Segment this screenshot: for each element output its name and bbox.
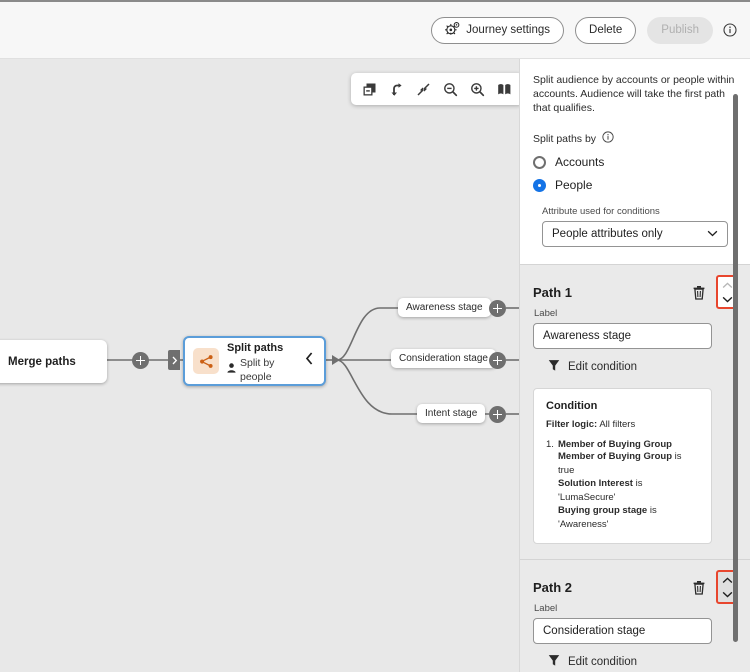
share-split-icon [193, 348, 219, 374]
split-paths-title: Split paths [227, 342, 284, 354]
reroute-arrow-icon[interactable] [384, 76, 409, 102]
filter-icon [548, 359, 560, 375]
path-title-2: Path 2 [533, 579, 573, 595]
canvas-toolbar [351, 73, 519, 105]
radio-option-accounts[interactable]: Accounts [533, 155, 750, 169]
edit-condition-label-2: Edit condition [568, 656, 638, 668]
rule-value-1-2: 'LumaSecure' [558, 491, 616, 503]
path-label-value-2: Consideration stage [543, 625, 646, 637]
rule-op-1-3: is [649, 505, 657, 516]
attribute-field: Attribute used for conditions People att… [542, 206, 728, 247]
zoom-out-icon[interactable] [438, 76, 463, 102]
gear-icon [445, 21, 460, 39]
path-card-2: Path 2 Label Consideration stage Edit co… [520, 559, 750, 672]
delete-path-button-2[interactable] [688, 576, 710, 598]
publish-button[interactable]: Publish [647, 16, 713, 44]
add-step-button-consideration[interactable] [489, 352, 506, 369]
path-label-field-label-1: Label [534, 308, 558, 319]
add-step-button-intent[interactable] [489, 406, 506, 423]
journey-settings-label: Journey settings [466, 24, 551, 36]
split-paths-subtitle: Split by people [240, 357, 275, 383]
edit-condition-button-1[interactable]: Edit condition [548, 359, 637, 375]
branch-pill-consideration[interactable]: Consideration stage [391, 349, 496, 368]
attribute-select[interactable]: People attributes only [542, 221, 728, 247]
filter-icon [548, 654, 560, 670]
duplicate-layers-icon[interactable] [357, 76, 382, 102]
condition-title-1: Condition [546, 400, 598, 412]
branch-label: Consideration stage [399, 353, 488, 364]
path-label-field-label-2: Label [534, 603, 558, 614]
path-title-1: Path 1 [533, 284, 573, 300]
zoom-in-icon[interactable] [465, 76, 490, 102]
merge-paths-node[interactable]: Merge paths [0, 340, 107, 383]
split-paths-config-panel: Split audience by accounts or people wit… [519, 59, 750, 672]
merge-paths-label: Merge paths [8, 355, 76, 368]
branch-pill-awareness[interactable]: Awareness stage [398, 298, 491, 317]
split-paths-by-label: Split paths by [533, 132, 597, 145]
condition-group-name-1: Member of Buying Group [557, 439, 672, 450]
condition-rules-1: 1. Member of Buying Group Member of Buyi… [546, 439, 699, 531]
condition-item-number-1: 1. [546, 439, 554, 450]
path-header-2: Path 2 [533, 570, 738, 604]
rule-attr-1-1: Member of Buying Group [558, 451, 672, 462]
branch-label: Awareness stage [406, 302, 483, 313]
branch-pill-intent[interactable]: Intent stage [417, 404, 486, 423]
info-icon[interactable] [723, 23, 737, 37]
minimap-icon[interactable] [492, 76, 517, 102]
branch-label: Intent stage [425, 408, 478, 419]
delete-label: Delete [589, 24, 623, 36]
collapse-branch-handle[interactable] [168, 350, 180, 370]
chevron-down-icon [707, 228, 718, 240]
split-paths-node[interactable]: Split paths Split by people [183, 336, 326, 386]
condition-filter-logic-1: Filter logic: All filters [546, 419, 699, 430]
filter-logic-value-1: All filters [599, 419, 636, 430]
edit-condition-label-1: Edit condition [568, 361, 638, 373]
journey-settings-button[interactable]: Journey settings [431, 16, 565, 44]
rule-value-1-3: 'Awareness' [558, 518, 609, 530]
info-icon[interactable] [602, 131, 614, 146]
person-icon [227, 363, 236, 377]
rule-value-1-1: true [558, 464, 575, 476]
radio-circle-accounts[interactable] [533, 155, 546, 169]
panel-scrollbar[interactable] [733, 94, 738, 642]
rule-attr-1-3: Buying group stage [558, 505, 648, 516]
attribute-label: Attribute used for conditions [542, 206, 660, 217]
journey-editor: Journey settings Delete Publish Merge pa… [0, 0, 750, 672]
radio-label-accounts: Accounts [555, 155, 605, 169]
radio-circle-people[interactable] [533, 178, 546, 192]
chevron-left-icon[interactable] [305, 352, 316, 370]
add-step-button-awareness[interactable] [489, 300, 506, 317]
top-toolbar: Journey settings Delete Publish [0, 2, 750, 59]
path-label-value-1: Awareness stage [543, 330, 632, 342]
path-header-1: Path 1 [533, 275, 738, 309]
rule-op-1-2: is [635, 478, 643, 489]
split-paths-subtitle-row: Split by people [227, 356, 305, 384]
edit-condition-button-2[interactable]: Edit condition [548, 654, 637, 670]
path-label-input-2[interactable]: Consideration stage [533, 618, 712, 644]
condition-summary-1: Condition Filter logic: All filters 1. M… [533, 388, 712, 544]
journey-canvas[interactable]: Merge paths Split paths Split by people … [0, 59, 519, 672]
radio-option-people[interactable]: People [533, 178, 750, 192]
add-step-button-merge[interactable] [132, 352, 149, 369]
radio-label-people: People [555, 178, 593, 192]
delete-button[interactable]: Delete [575, 16, 637, 44]
split-paths-by-row: Split paths by [533, 131, 750, 146]
delete-path-button-1[interactable] [688, 281, 710, 303]
filter-logic-key-1: Filter logic: [546, 419, 598, 430]
attribute-value: People attributes only [552, 228, 663, 240]
panel-description: Split audience by accounts or people wit… [533, 74, 735, 114]
rule-attr-1-2: Solution Interest [558, 478, 633, 489]
rule-op-1-1: is [674, 451, 682, 462]
fit-to-screen-icon[interactable] [411, 76, 436, 102]
path-label-input-1[interactable]: Awareness stage [533, 323, 712, 349]
publish-label: Publish [661, 24, 699, 36]
path-card-1: Path 1 Label Awareness stage Edit condit… [520, 264, 750, 559]
